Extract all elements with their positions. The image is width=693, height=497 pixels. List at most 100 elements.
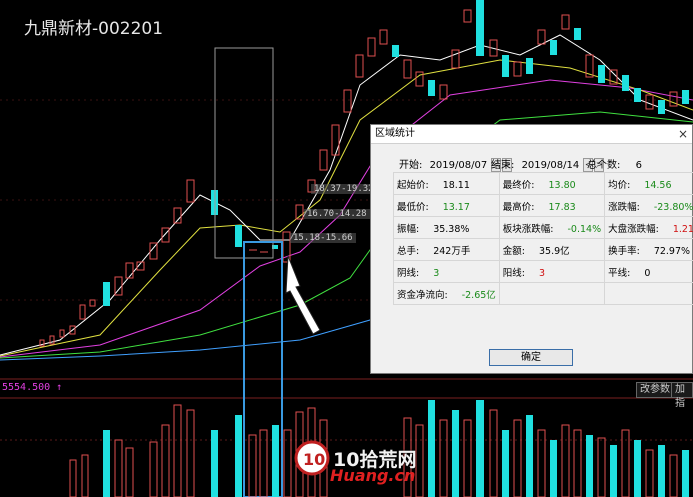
stats-cell: 起始价: 18.11 xyxy=(393,172,500,195)
stats-cell: 总手: 242万手 xyxy=(393,238,500,261)
stat-label: 起始价: xyxy=(397,179,429,191)
stats-cell: 最高价: 17.83 xyxy=(498,194,606,217)
stat-label: 阴线: xyxy=(397,267,420,279)
stats-cell: 板块涨跌幅: -0.14% xyxy=(498,216,606,239)
stats-cell: 最低价: 13.17 xyxy=(393,194,500,217)
stat-value: 242万手 xyxy=(433,245,471,257)
candle xyxy=(79,304,86,320)
stat-label: 最低价: xyxy=(397,201,429,213)
candle xyxy=(598,65,605,83)
candle xyxy=(526,58,533,74)
candle xyxy=(476,0,484,56)
candle xyxy=(343,89,352,113)
candle xyxy=(392,45,399,57)
candle xyxy=(682,90,689,104)
candle xyxy=(634,88,641,102)
candle xyxy=(331,124,340,156)
stat-value: 18.11 xyxy=(442,179,470,191)
stats-cell: 金额: 35.9亿 xyxy=(498,238,606,261)
stats-cell: 阳线: 3 xyxy=(498,260,606,283)
stat-label: 最高价: xyxy=(502,201,535,213)
candle xyxy=(161,227,170,243)
count-label: 总个数: xyxy=(587,160,621,171)
candle xyxy=(319,149,328,171)
stat-value: 1.21% xyxy=(672,223,693,235)
svg-text:10: 10 xyxy=(303,450,325,469)
stats-cell: 换手率: 72.97% xyxy=(604,238,693,261)
candle xyxy=(561,14,570,30)
stats-cell: 资金净流向: -2.65亿 xyxy=(393,282,500,305)
candle xyxy=(125,262,134,279)
stat-value: 35.9亿 xyxy=(539,245,570,257)
stat-label: 最终价: xyxy=(502,179,535,191)
candle xyxy=(645,94,654,110)
stat-label: 资金净流向: xyxy=(397,289,448,301)
end-label: 结束: xyxy=(491,160,515,171)
candle xyxy=(439,84,448,100)
candle xyxy=(89,299,96,307)
start-date-value: 2019/08/07 xyxy=(429,160,488,171)
end-date-value: 2019/08/14 xyxy=(521,160,580,171)
stat-value: 3 xyxy=(539,267,546,279)
stat-value: 3 xyxy=(433,267,440,279)
price-annotation: 15.18-15.66 xyxy=(290,233,356,243)
stat-value: 13.80 xyxy=(548,179,576,191)
stat-value: -23.80% xyxy=(653,201,693,213)
stat-label: 总手: xyxy=(397,245,420,257)
arrow-pointer xyxy=(285,255,321,335)
stats-cell: 大盘涨跌幅: 1.21% xyxy=(604,216,693,239)
count-group: 总个数: 6 xyxy=(587,156,642,171)
candle xyxy=(355,54,364,78)
stats-cell: 平线: 0 xyxy=(604,260,693,283)
stats-cell: 阴线: 3 xyxy=(393,260,500,283)
stats-row: 总手: 242万手 金额: 35.9亿 换手率: 72.97% xyxy=(393,238,693,261)
candle xyxy=(574,28,581,40)
stats-cell: 均价: 14.56 xyxy=(604,172,693,195)
candle xyxy=(451,49,460,69)
candle xyxy=(550,40,557,55)
dialog-titlebar: 区域统计 × xyxy=(371,125,692,144)
stat-value: 35.38% xyxy=(433,223,470,235)
stats-row: 振幅: 35.38% 板块涨跌幅: -0.14% 大盘涨跌幅: 1.21% xyxy=(393,216,693,239)
volume-params-button[interactable]: 改参数 xyxy=(636,382,674,398)
stats-cell xyxy=(604,282,693,305)
stats-cell: 最终价: 13.80 xyxy=(498,172,606,195)
range-stats-dialog: 区域统计 × 开始: 2019/08/07 < > 结束: 2019/08/14 … xyxy=(370,124,693,374)
stats-cell: 涨跌幅: -23.80% xyxy=(604,194,693,217)
stat-value: 14.56 xyxy=(644,179,672,191)
stats-row: 资金净流向: -2.65亿 xyxy=(393,282,693,305)
start-label: 开始: xyxy=(399,160,423,171)
stat-value: 0 xyxy=(644,267,651,279)
stat-label: 阳线: xyxy=(502,267,525,279)
candle xyxy=(502,55,509,77)
stats-table: 起始价: 18.11 最终价: 13.80 均价: 14.56 最低价: 13.17 最高价: 1… xyxy=(393,172,693,305)
stat-label: 金额: xyxy=(502,245,525,257)
stat-label: 换手率: xyxy=(608,245,640,257)
stats-row: 阴线: 3 阳线: 3 平线: 0 xyxy=(393,260,693,283)
stat-label: 均价: xyxy=(608,179,631,191)
stat-value: 72.97% xyxy=(653,245,691,257)
stat-label: 平线: xyxy=(608,267,631,279)
ok-button[interactable]: 确定 xyxy=(489,349,573,366)
candle xyxy=(415,71,424,87)
stat-label: 大盘涨跌幅: xyxy=(608,223,659,235)
stats-cell: 振幅: 35.38% xyxy=(393,216,500,239)
candle xyxy=(59,329,65,338)
stats-row: 起始价: 18.11 最终价: 13.80 均价: 14.56 xyxy=(393,172,693,195)
candle xyxy=(103,282,110,306)
candle xyxy=(537,29,546,45)
candle xyxy=(186,179,195,203)
candle xyxy=(622,75,629,91)
stat-label: 振幅: xyxy=(397,223,420,235)
stat-value: -2.65亿 xyxy=(461,289,496,301)
candle xyxy=(367,37,376,57)
stat-value: -0.14% xyxy=(567,223,602,235)
stats-row: 最低价: 13.17 最高价: 17.83 涨跌幅: -23.80% xyxy=(393,194,693,217)
candle xyxy=(403,59,412,79)
volume-value-label: 5554.500 ↑ xyxy=(2,382,63,393)
price-annotation: 18.37-19.32 xyxy=(311,184,377,194)
close-icon[interactable]: × xyxy=(678,125,688,143)
add-indicator-button[interactable]: 加指 xyxy=(671,382,693,409)
candle xyxy=(235,225,242,247)
stat-label: 板块涨跌幅: xyxy=(502,223,554,235)
